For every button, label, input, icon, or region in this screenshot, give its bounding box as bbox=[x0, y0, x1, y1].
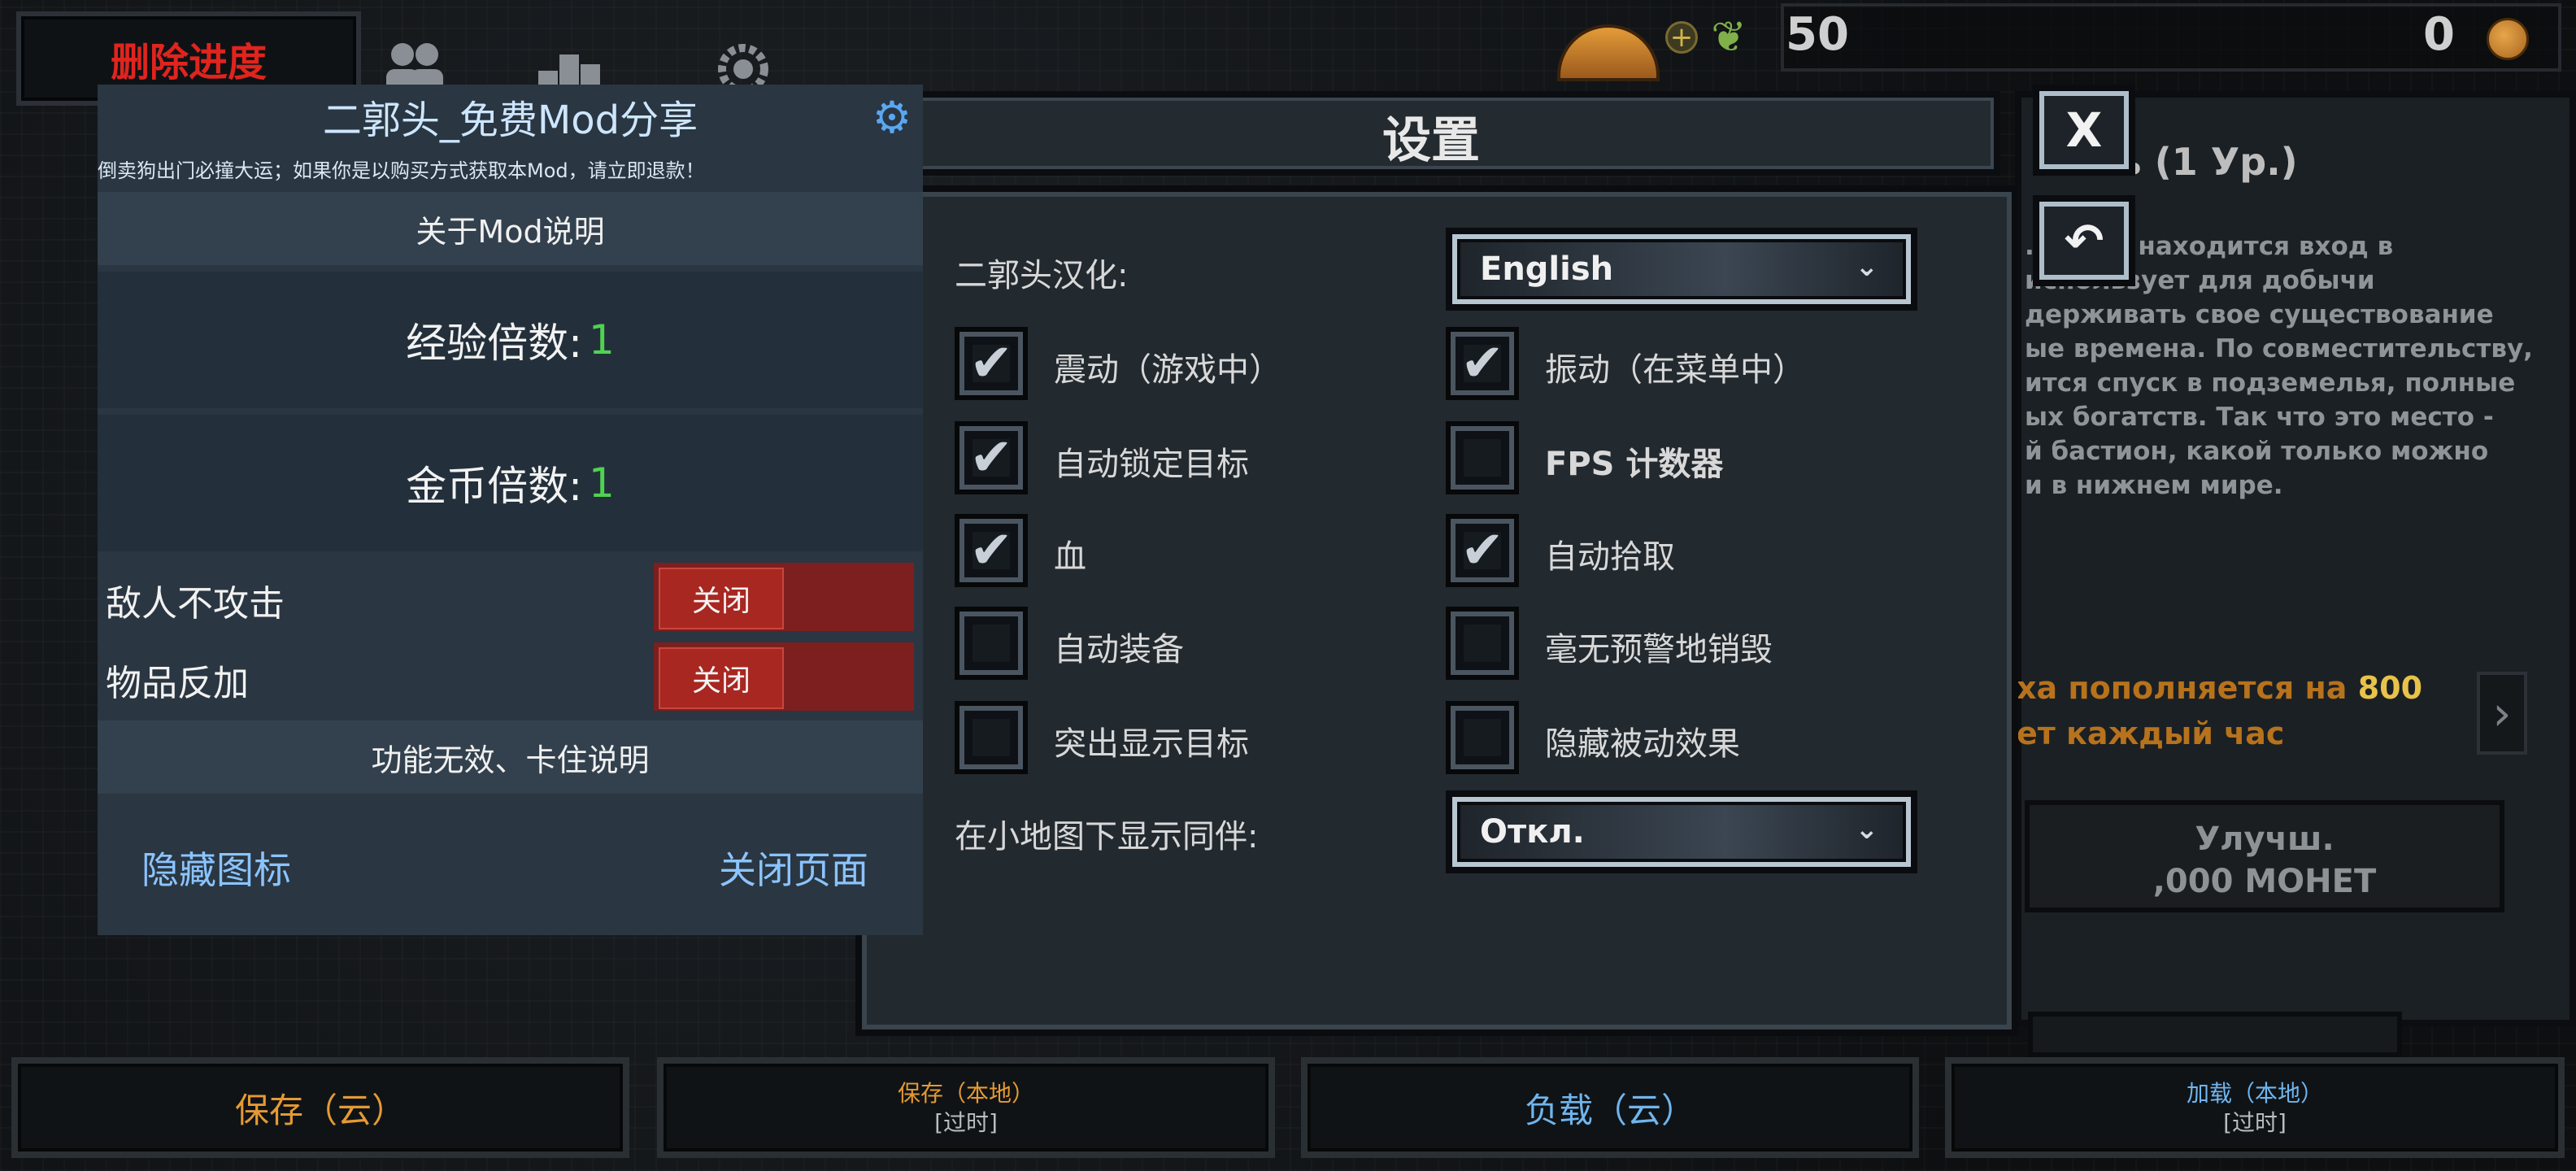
about-mod-button[interactable]: 关于Mod说明 bbox=[98, 192, 923, 265]
chevron-down-icon: ⌄ bbox=[1855, 813, 1879, 846]
gold-multiplier-value: 1 bbox=[589, 459, 615, 507]
checkmark-icon: ✔ bbox=[1460, 520, 1504, 581]
save-local-button[interactable]: 保存（本地） [过时] bbox=[657, 1057, 1275, 1158]
treasure-pile-icon bbox=[1557, 24, 1660, 81]
gold-income-text: ха пополняется на 800 ет каждый час bbox=[2017, 670, 2423, 751]
enemy-no-attack-toggle[interactable]: 关闭 bbox=[654, 563, 914, 631]
toggle-state: 关闭 bbox=[659, 568, 784, 629]
back-arrow-icon[interactable]: ↶ bbox=[2033, 195, 2135, 286]
checkbox-blood[interactable]: ✔ bbox=[955, 514, 1028, 587]
mod-menu-title: 二郭头_免费Mod分享 bbox=[322, 98, 698, 143]
companion-dropdown[interactable]: Откл. ⌄ bbox=[1452, 797, 1911, 867]
checkbox-auto-pickup[interactable]: ✔ bbox=[1446, 514, 1519, 587]
panel-bottom-strip bbox=[2028, 1012, 2402, 1057]
option-label: 自动拾取 bbox=[1545, 538, 1675, 576]
option-label: 震动（游戏中） bbox=[1054, 351, 1281, 389]
translation-label: 二郭头汉化: bbox=[955, 257, 1129, 294]
translation-dropdown[interactable]: English ⌄ bbox=[1452, 234, 1911, 304]
checkmark-icon: ✔ bbox=[1460, 333, 1504, 394]
checkbox-hide-passives[interactable] bbox=[1446, 701, 1519, 774]
enemy-no-attack-label: 敌人不攻击 bbox=[106, 583, 285, 625]
chevron-down-icon: ⌄ bbox=[1855, 250, 1879, 283]
checkbox-auto-target[interactable]: ✔ bbox=[955, 421, 1028, 494]
companion-dropdown-value: Откл. bbox=[1480, 813, 1585, 851]
gold-multiplier-row[interactable]: 金币倍数: 1 bbox=[98, 415, 923, 551]
settings-panel bbox=[855, 185, 2018, 1036]
checkbox-vibration-ingame[interactable]: ✔ bbox=[955, 327, 1028, 400]
settings-title: 设置 bbox=[1382, 112, 1480, 169]
load-cloud-button[interactable]: 负载（云） bbox=[1301, 1057, 1919, 1158]
herb-count: 50 bbox=[1786, 8, 1849, 61]
coin-icon bbox=[2487, 18, 2529, 60]
exp-multiplier-row[interactable]: 经验倍数: 1 bbox=[98, 272, 923, 408]
gold-multiplier-label: 金币倍数: bbox=[406, 463, 583, 510]
hide-icon-link[interactable]: 隐藏图标 bbox=[141, 841, 291, 895]
gear-icon[interactable]: ⚙ bbox=[868, 94, 916, 141]
option-label: 自动装备 bbox=[1054, 631, 1184, 668]
checkmark-icon: ✔ bbox=[969, 428, 1013, 488]
checkmark-icon: ✔ bbox=[969, 520, 1013, 581]
option-label: 血 bbox=[1054, 538, 1086, 576]
close-icon[interactable]: X bbox=[2033, 85, 2135, 176]
option-label: 突出显示目标 bbox=[1054, 725, 1249, 763]
checkbox-highlight-target[interactable] bbox=[955, 701, 1028, 774]
help-button[interactable]: 功能无效、卡住说明 bbox=[98, 720, 923, 794]
save-cloud-button[interactable]: 保存（云） bbox=[11, 1057, 629, 1158]
next-arrow-icon[interactable]: › bbox=[2477, 672, 2527, 755]
checkbox-vibration-menu[interactable]: ✔ bbox=[1446, 327, 1519, 400]
checkbox-destroy-no-warning[interactable] bbox=[1446, 607, 1519, 680]
mod-warning-text: 倒卖狗出门必撞大运；如果你是以购买方式获取本Mod，请立即退款！ bbox=[98, 159, 705, 182]
item-reverse-toggle[interactable]: 关闭 bbox=[654, 642, 914, 711]
exp-multiplier-value: 1 bbox=[589, 316, 615, 363]
checkmark-icon: ✔ bbox=[969, 333, 1013, 394]
option-label: 自动锁定目标 bbox=[1054, 446, 1249, 483]
coin-count: 0 bbox=[2423, 8, 2455, 61]
option-label: 毫无预警地销毁 bbox=[1545, 631, 1773, 668]
close-page-link[interactable]: 关闭页面 bbox=[719, 841, 868, 895]
option-label: FPS 计数器 bbox=[1545, 446, 1724, 483]
companion-label: 在小地图下显示同伴: bbox=[955, 818, 1259, 855]
option-label: 隐藏被动效果 bbox=[1545, 725, 1740, 763]
exp-multiplier-label: 经验倍数: bbox=[406, 320, 583, 367]
add-resource-icon[interactable]: + bbox=[1665, 21, 1698, 54]
upgrade-button[interactable]: Улучш. ,000 МОНЕТ bbox=[2025, 800, 2504, 912]
checkbox-auto-equip[interactable] bbox=[955, 607, 1028, 680]
checkbox-fps-counter[interactable] bbox=[1446, 421, 1519, 494]
toggle-state: 关闭 bbox=[659, 647, 784, 709]
translation-dropdown-value: English bbox=[1480, 250, 1614, 288]
load-local-button[interactable]: 加载（本地） [过时] bbox=[1945, 1057, 2565, 1158]
item-reverse-label: 物品反加 bbox=[106, 663, 249, 704]
herb-icon: ❦ bbox=[1711, 13, 1747, 62]
option-label: 振动（在菜单中） bbox=[1545, 351, 1805, 389]
